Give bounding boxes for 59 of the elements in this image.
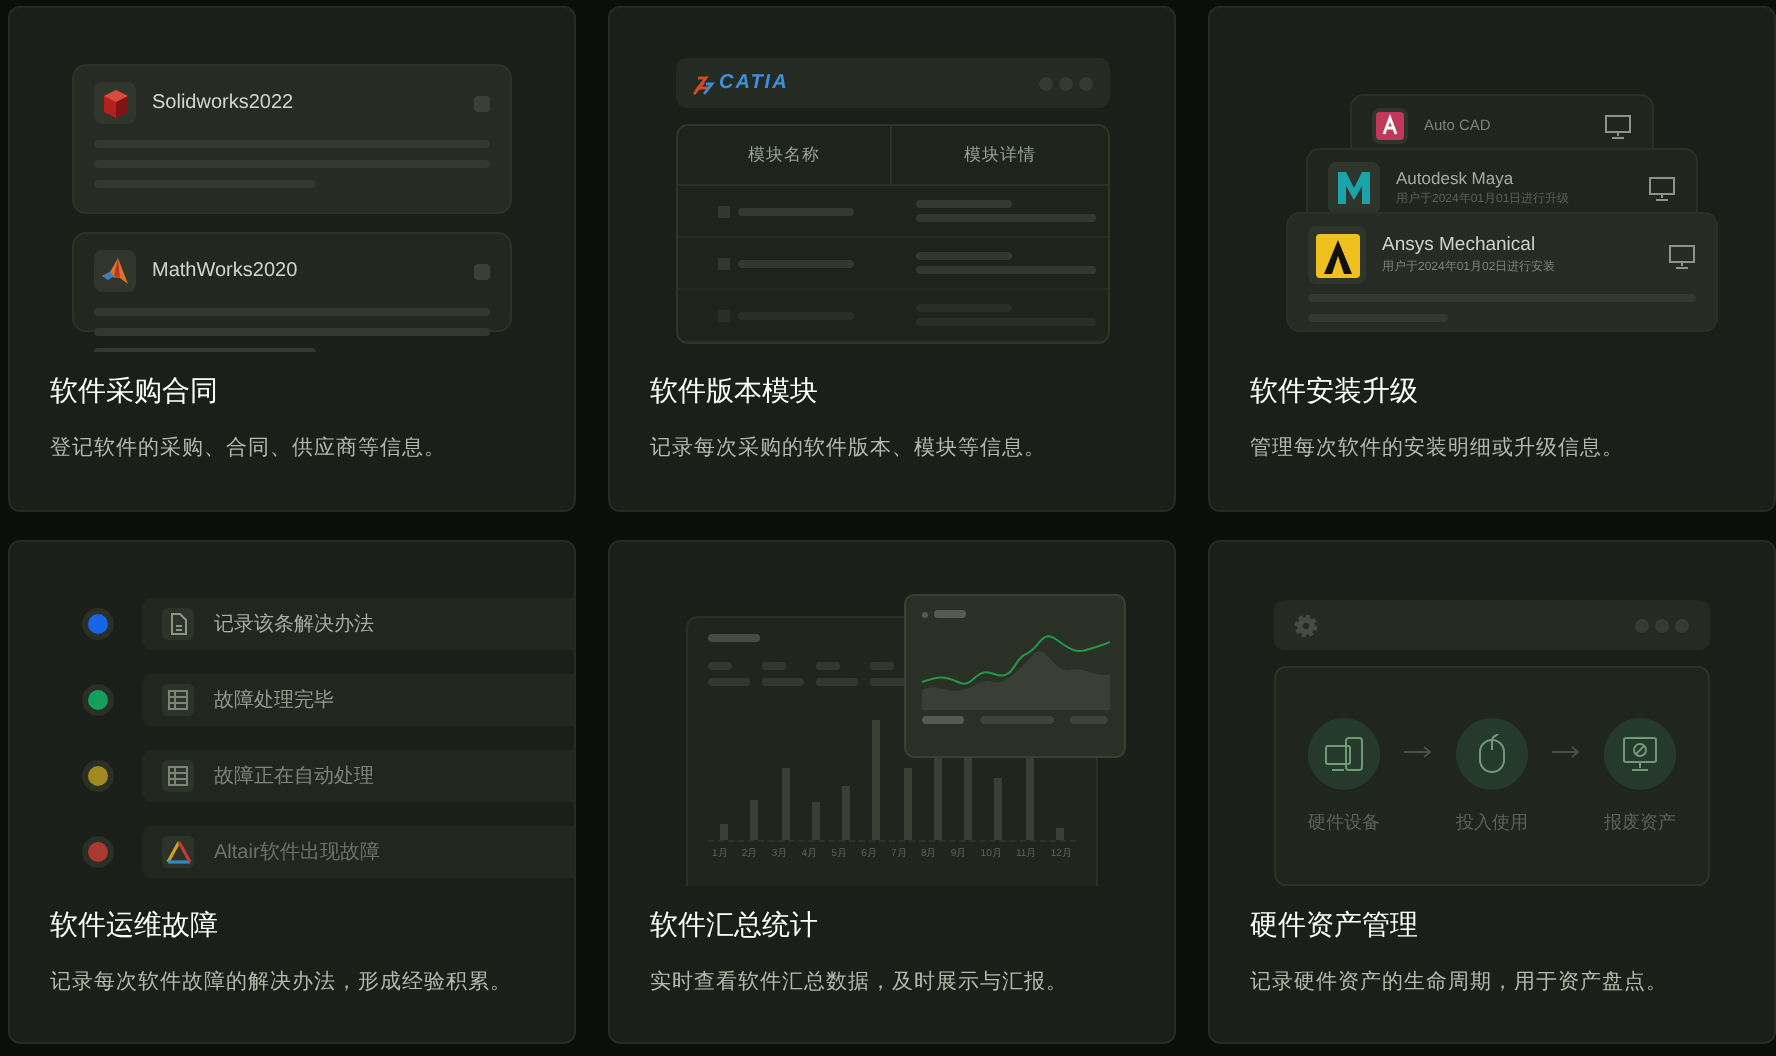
monitor-icon [1622, 736, 1658, 772]
placeholder-bar [708, 634, 760, 642]
mouse-icon [1478, 734, 1506, 774]
column-header: 模块名称 [677, 126, 892, 184]
settings-icon [1294, 613, 1318, 637]
timeline-item[interactable]: 记录该条解决办法 [142, 598, 574, 650]
step-label: 投入使用 [1456, 810, 1528, 836]
arrow-icon [1552, 746, 1580, 758]
timeline-item[interactable]: 故障处理完毕 [142, 674, 574, 726]
timeline-label: 故障正在自动处理 [214, 763, 374, 791]
card-title: 软件采购合同 [50, 374, 220, 412]
table-icon [166, 688, 190, 712]
card-description: 管理每次软件的安装明细或升级信息。 [1250, 434, 1626, 464]
monitor-icon [1648, 174, 1676, 202]
card-title: 软件版本模块 [650, 374, 820, 412]
devices-icon [1324, 736, 1364, 772]
placeholder-bar [934, 610, 966, 618]
card-description: 记录每次软件故障的解决办法，形成经验积累。 [50, 968, 514, 998]
timeline-label: Altair软件出现故障 [214, 839, 380, 867]
monitor-icon [1668, 241, 1696, 269]
chart-bar [750, 800, 759, 840]
checkbox[interactable] [474, 263, 490, 279]
timeline-item[interactable]: 故障正在自动处理 [142, 750, 574, 802]
column-header: 模块详情 [961, 142, 1038, 169]
chart-bar [1055, 828, 1064, 840]
card-description: 实时查看软件汇总数据，及时展示与汇报。 [650, 968, 1070, 998]
feature-card[interactable]: CATIA 模块名称 模块详情 软件版本模块 记录每次采购的软件版本、模块等信息。 [608, 6, 1176, 512]
brand-name: CATIA [719, 70, 789, 98]
card-title: 软件运维故障 [50, 908, 220, 946]
step-label: 硬件设备 [1308, 810, 1380, 836]
document-icon [166, 612, 190, 636]
software-name: Ansys Mechanical [1382, 231, 1538, 260]
triangle-logo-icon [165, 840, 191, 864]
step-label: 报废资产 [1604, 810, 1676, 836]
feature-card[interactable]: 记录该条解决办法 故障处理完毕 故障正在自动处理 Altair软件出现故障 软件运维故障 记录每次软件故障的解决办法，形成经验积累。 [8, 540, 576, 1044]
monitor-icon [1604, 112, 1632, 140]
software-name: MathWorks2020 [152, 258, 300, 286]
chart-bar [781, 768, 790, 840]
card-title: 软件安装升级 [1250, 374, 1420, 412]
timeline-label: 故障处理完毕 [214, 687, 334, 715]
chart-bar [872, 720, 881, 840]
feature-card[interactable]: 硬件设备 投入使用 报废资产 硬件资产管理 记录硬件资产的生命周期，用于资产盘点。 [1208, 540, 1776, 1044]
card-title: 硬件资产管理 [1250, 908, 1420, 946]
placeholder-bar [922, 716, 964, 724]
timeline-label: 记录该条解决办法 [214, 611, 374, 639]
card-description: 登记软件的采购、合同、供应商等信息。 [50, 434, 448, 464]
chart-bar [811, 802, 820, 840]
card-description: 记录每次采购的软件版本、模块等信息。 [650, 434, 1048, 464]
software-name: Solidworks2022 [152, 90, 296, 118]
software-name: Autodesk Maya [1396, 166, 1516, 192]
ds-logo-icon [691, 71, 715, 95]
card-description: 记录硬件资产的生命周期，用于资产盘点。 [1250, 968, 1670, 998]
arrow-icon [1404, 746, 1432, 758]
chart-bar [842, 786, 851, 840]
card-title: 软件汇总统计 [650, 908, 820, 946]
chart-bar [903, 768, 912, 840]
table-icon [166, 764, 190, 788]
chart-bar [994, 778, 1003, 840]
feature-card[interactable]: Solidworks2022 MathWorks2020 软件采购合同 登记软件的采购、合同、供应商等信息。 [8, 6, 576, 512]
